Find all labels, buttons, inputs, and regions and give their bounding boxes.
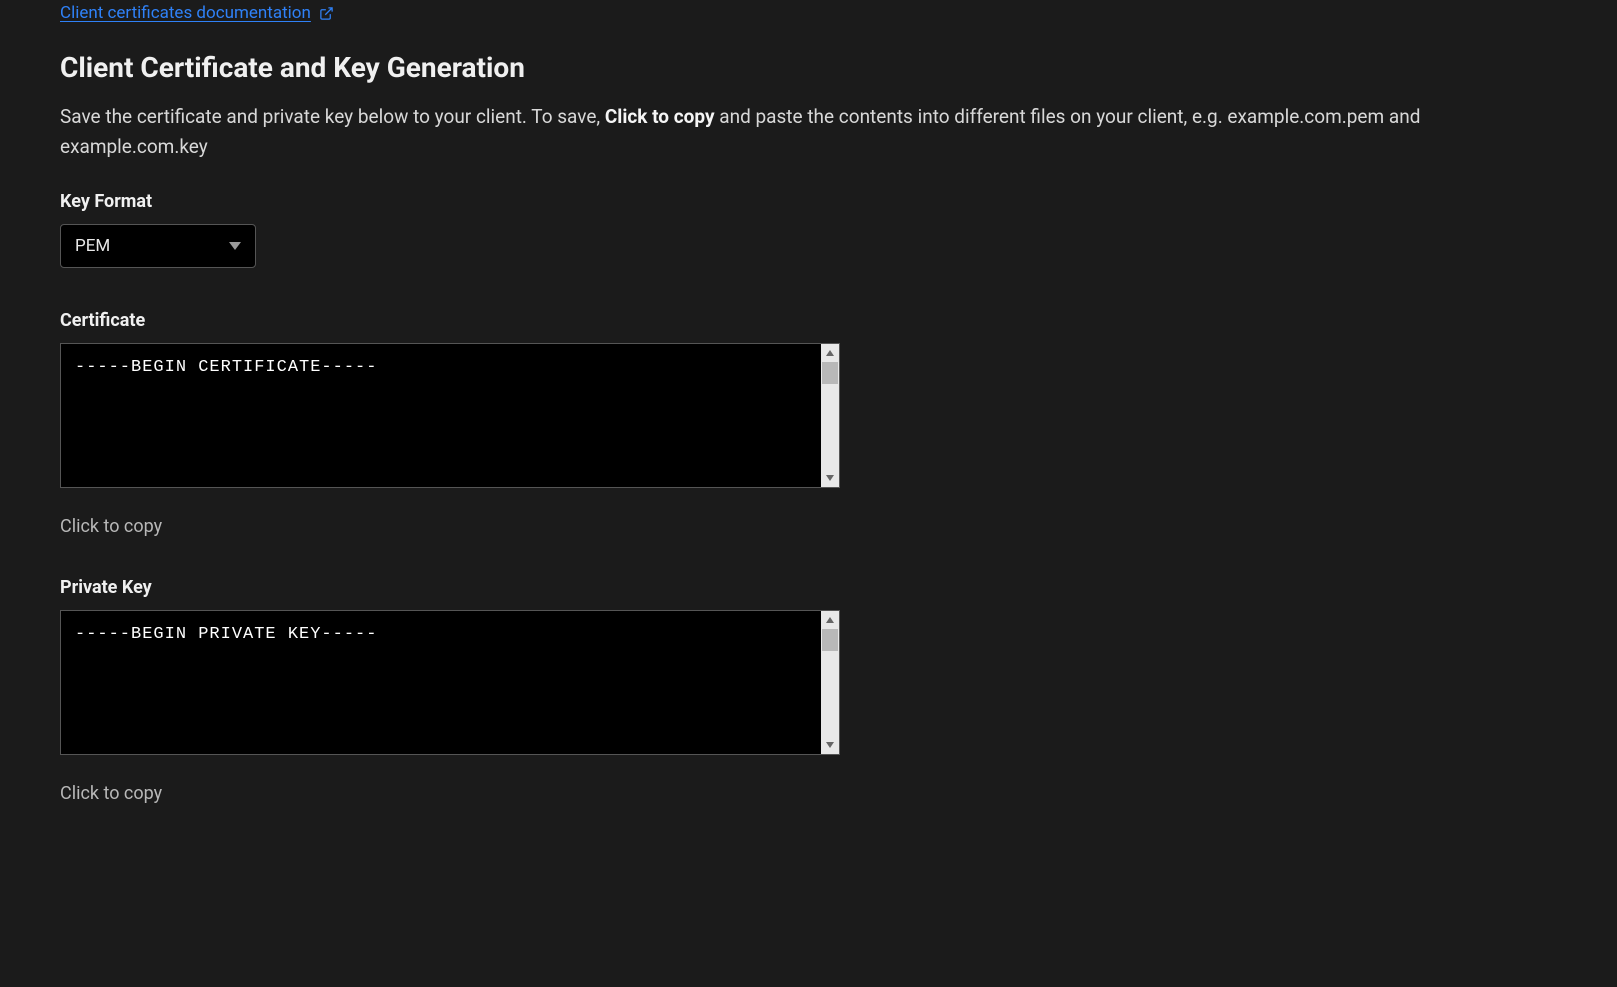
documentation-link-text: Client certificates documentation bbox=[60, 3, 311, 23]
certificate-label: Certificate bbox=[60, 310, 1557, 331]
private-key-textarea[interactable]: -----BEGIN PRIVATE KEY----- bbox=[60, 610, 840, 755]
page-description: Save the certificate and private key bel… bbox=[60, 102, 1557, 163]
certificate-textarea[interactable]: -----BEGIN CERTIFICATE----- bbox=[60, 343, 840, 488]
key-format-value: PEM bbox=[75, 236, 110, 256]
scrollbar-track[interactable] bbox=[821, 629, 839, 736]
private-key-scrollbar[interactable] bbox=[821, 611, 839, 754]
page-title: Client Certificate and Key Generation bbox=[60, 51, 1557, 84]
scrollbar-up-arrow[interactable] bbox=[821, 611, 839, 629]
scrollbar-down-arrow[interactable] bbox=[821, 736, 839, 754]
certificate-copy-button[interactable]: Click to copy bbox=[60, 516, 162, 537]
scrollbar-thumb[interactable] bbox=[822, 362, 838, 384]
certificate-content: -----BEGIN CERTIFICATE----- bbox=[61, 344, 821, 487]
certificate-scrollbar[interactable] bbox=[821, 344, 839, 487]
scrollbar-up-arrow[interactable] bbox=[821, 344, 839, 362]
description-bold: Click to copy bbox=[605, 105, 715, 128]
scrollbar-thumb[interactable] bbox=[822, 629, 838, 651]
key-format-label: Key Format bbox=[60, 191, 1557, 212]
scrollbar-track[interactable] bbox=[821, 362, 839, 469]
private-key-content: -----BEGIN PRIVATE KEY----- bbox=[61, 611, 821, 754]
key-format-select[interactable]: PEM bbox=[60, 224, 256, 268]
external-link-icon bbox=[319, 6, 334, 21]
private-key-label: Private Key bbox=[60, 577, 1557, 598]
chevron-down-icon bbox=[229, 242, 241, 250]
private-key-copy-button[interactable]: Click to copy bbox=[60, 783, 162, 804]
documentation-link[interactable]: Client certificates documentation bbox=[60, 3, 334, 23]
scrollbar-down-arrow[interactable] bbox=[821, 469, 839, 487]
description-prefix: Save the certificate and private key bel… bbox=[60, 105, 605, 128]
